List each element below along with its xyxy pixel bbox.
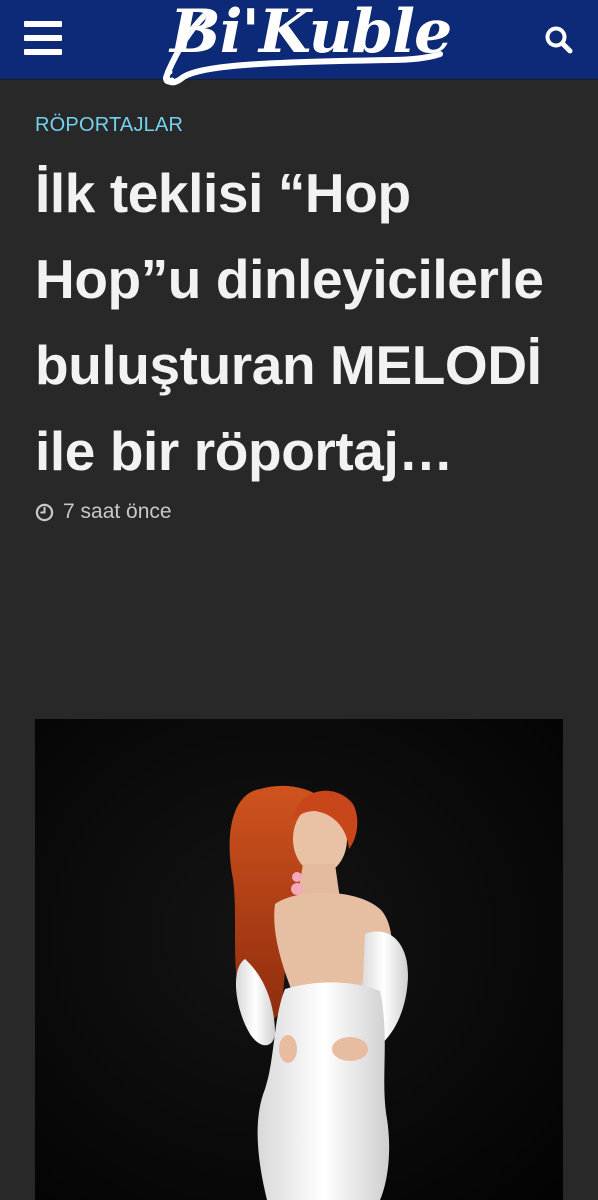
article-content: RÖPORTAJLAR İlk teklisi “Hop Hop”u dinle…: [0, 113, 598, 527]
hero-photo-illustration: [35, 719, 563, 1200]
clock-icon: [35, 503, 54, 521]
menu-line: [24, 49, 62, 55]
site-logo[interactable]: Bi'Kuble: [160, 0, 452, 90]
article-hero-image[interactable]: [35, 719, 563, 1200]
logo-text: Bi'Kuble: [170, 0, 452, 67]
top-bar: Bi'Kuble: [0, 0, 598, 86]
search-icon[interactable]: [540, 21, 578, 59]
hamburger-menu-icon[interactable]: [20, 19, 66, 59]
publish-time: 7 saat önce: [63, 500, 172, 523]
category-link[interactable]: RÖPORTAJLAR: [35, 113, 563, 137]
article-meta: 7 saat önce: [35, 497, 563, 527]
article-title: İlk teklisi “Hop Hop”u dinleyicilerle bu…: [35, 162, 544, 482]
menu-line: [24, 21, 62, 27]
menu-line: [24, 35, 62, 41]
